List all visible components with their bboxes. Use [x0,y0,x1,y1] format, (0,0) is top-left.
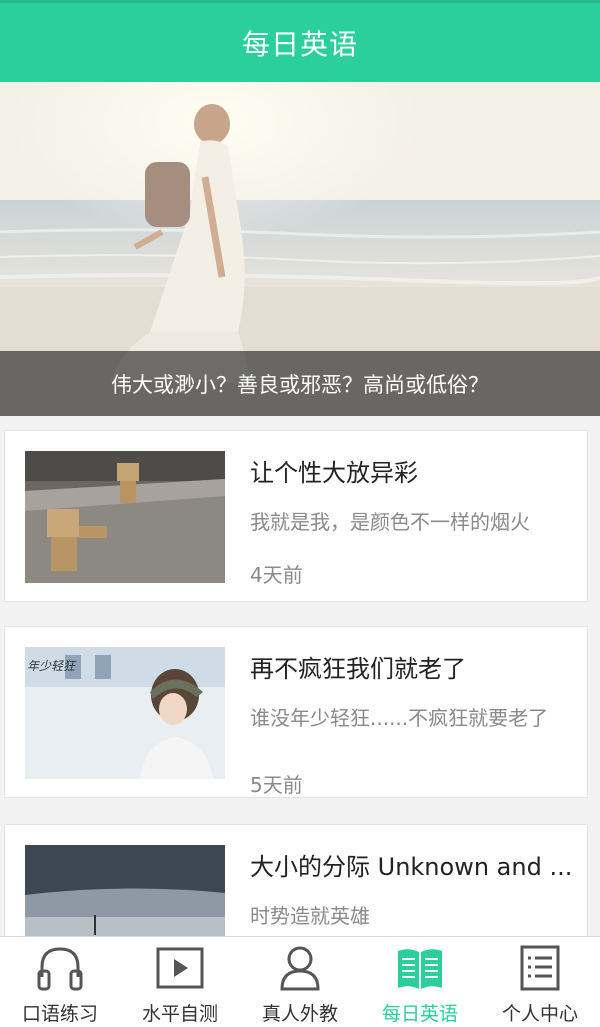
article-title: 再不疯狂我们就老了 [250,655,466,683]
top-app-bar: 每日英语 [0,0,600,82]
article-title: 让个性大放异彩 [250,459,418,487]
person-icon [280,946,320,991]
article-time: 5天前 [250,773,303,797]
article-thumbnail: 年少轻狂 [25,647,225,779]
article-thumbnail [25,845,225,936]
bottom-tab-bar: 口语练习 水平自测 真人外教 每日英语 个人中心 [0,936,600,1027]
banner-caption: 伟大或渺小？善良或邪恶？高尚或低俗？ [0,351,600,416]
article-card[interactable]: 大小的分际 Unknown and ... 时势造就英雄 [4,824,588,936]
headphones-icon [37,947,83,991]
tab-live-tutor[interactable]: 真人外教 [240,937,360,1027]
tab-label: 水平自测 [141,1003,218,1025]
article-card[interactable]: 让个性大放异彩 我就是我，是颜色不一样的烟火 4天前 [4,430,588,602]
tab-label: 口语练习 [21,1003,98,1025]
tab-label: 真人外教 [261,1003,338,1025]
article-feed: 让个性大放异彩 我就是我，是颜色不一样的烟火 4天前 年少轻狂 再不疯狂我们就老… [0,416,600,936]
page-title: 每日英语 [241,27,358,61]
article-summary: 我就是我，是颜色不一样的烟火 [250,510,530,534]
article-time: 4天前 [250,563,303,587]
article-summary: 时势造就英雄 [250,904,370,928]
tab-daily-english[interactable]: 每日英语 [360,937,480,1027]
tab-label: 每日英语 [381,1003,458,1025]
article-thumbnail [25,451,225,583]
tab-spoken-practice[interactable]: 口语练习 [0,937,120,1027]
play-video-icon [156,947,204,989]
tab-level-test[interactable]: 水平自测 [120,937,240,1027]
banner-carousel[interactable]: 伟大或渺小？善良或邪恶？高尚或低俗？ [0,82,600,416]
article-title: 大小的分际 Unknown and ... [250,853,573,881]
article-card[interactable]: 年少轻狂 再不疯狂我们就老了 谁没年少轻狂......不疯狂就要老了 5天前 [4,626,588,798]
tab-label: 个人中心 [501,1003,578,1025]
thumbnail-text: 年少轻狂 [27,659,76,673]
open-book-icon [398,949,442,989]
article-summary: 谁没年少轻狂......不疯狂就要老了 [250,706,549,730]
document-list-icon [520,945,560,991]
tab-profile[interactable]: 个人中心 [480,937,600,1027]
